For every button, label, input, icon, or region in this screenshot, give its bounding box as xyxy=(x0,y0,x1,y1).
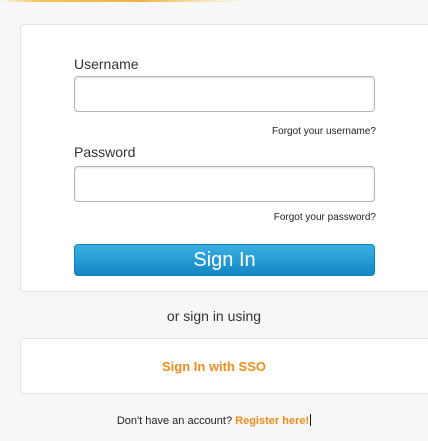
password-input[interactable] xyxy=(74,166,375,202)
forgot-password-link[interactable]: Forgot your password? xyxy=(274,212,376,223)
forgot-username-link[interactable]: Forgot your username? xyxy=(272,126,376,137)
register-link[interactable]: Register here! xyxy=(235,415,309,427)
password-label: Password xyxy=(74,144,136,160)
sign-in-button[interactable]: Sign In xyxy=(74,244,375,276)
sso-sign-in-link[interactable]: Sign In with SSO xyxy=(0,359,428,374)
username-input[interactable] xyxy=(74,76,375,112)
username-label: Username xyxy=(74,56,139,72)
register-line: Don't have an account? Register here! xyxy=(0,414,428,427)
text-cursor xyxy=(310,414,312,426)
or-sign-in-text: or sign in using xyxy=(166,308,262,324)
register-prompt: Don't have an account? xyxy=(116,415,236,427)
top-accent-bar xyxy=(0,0,428,2)
